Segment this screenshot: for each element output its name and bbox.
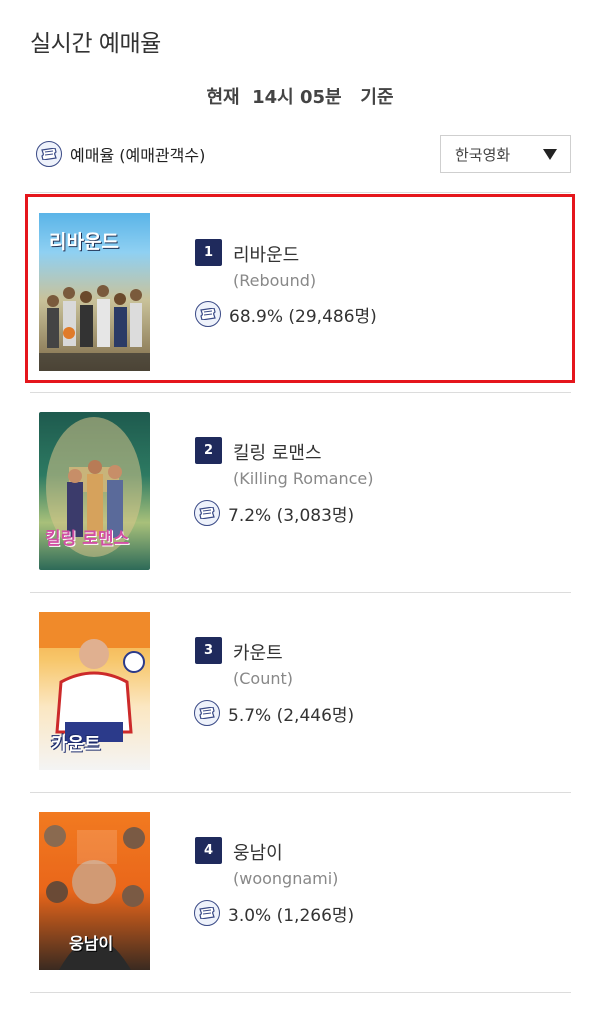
page-title: 실시간 예매율 (30, 31, 161, 57)
movie-title-english: (Count) (233, 669, 293, 688)
movie-title[interactable]: 킬링 로맨스 (233, 439, 322, 465)
movie-item-4[interactable]: 웅남이 4 웅남이 (woongnami) 3.0% (1,266명) (30, 806, 571, 970)
movie-title-english: (Killing Romance) (233, 469, 374, 488)
divider (30, 192, 571, 193)
poster-title: 킬링 로맨스 (45, 529, 130, 549)
booking-rate-text: 7.2% (3,083명) (228, 505, 355, 526)
booking-rate: 7.2% (3,083명) (194, 500, 354, 526)
movie-poster[interactable]: 리바운드 (39, 213, 150, 371)
booking-rate: 68.9% (29,486명) (195, 301, 377, 327)
movie-title[interactable]: 카운트 (233, 639, 283, 665)
poster-title: 리바운드 (49, 231, 119, 253)
legend: 예매율 (예매관객수) (36, 139, 205, 169)
movie-item-2[interactable]: 킬링 로맨스 2 킬링 로맨스 (Killing Romance) 7.2% (… (30, 406, 571, 570)
movie-title-english: (woongnami) (233, 869, 339, 888)
ticket-icon (194, 900, 220, 926)
movie-category-select[interactable]: 한국영화 (440, 135, 571, 173)
select-value: 한국영화 (455, 145, 511, 164)
movie-title-english: (Rebound) (233, 271, 317, 290)
ticket-icon (194, 700, 220, 726)
movie-poster[interactable]: 웅남이 (39, 812, 150, 970)
movie-poster[interactable]: 킬링 로맨스 (39, 412, 150, 570)
movie-poster[interactable]: 카운트 (39, 612, 150, 770)
triangle-down-icon (543, 149, 557, 160)
rank-badge: 3 (195, 637, 222, 664)
booking-rate-text: 5.7% (2,446명) (228, 705, 355, 726)
divider (30, 592, 571, 593)
booking-rate-text: 3.0% (1,266명) (228, 905, 355, 926)
booking-rate-text: 68.9% (29,486명) (229, 306, 377, 327)
movie-item-1[interactable]: 리바운드 1 리바운드 (Rebound) 68.9% (29,486명) (25, 194, 575, 383)
movie-title[interactable]: 리바운드 (233, 241, 299, 267)
rank-badge: 4 (195, 837, 222, 864)
poster-title: 웅남이 (69, 934, 114, 953)
booking-rate: 5.7% (2,446명) (194, 700, 354, 726)
booking-rate: 3.0% (1,266명) (194, 900, 354, 926)
divider (30, 992, 571, 993)
reference-time: 현재 14시 05분 기준 (206, 87, 394, 108)
rank-badge: 1 (195, 239, 222, 266)
movie-title[interactable]: 웅남이 (233, 839, 283, 865)
ticket-icon (36, 141, 62, 167)
poster-title: 카운트 (51, 734, 101, 755)
ticket-icon (194, 500, 220, 526)
ticket-icon (195, 301, 221, 327)
rank-badge: 2 (195, 437, 222, 464)
divider (30, 792, 571, 793)
legend-label: 예매율 (예매관객수) (70, 146, 206, 165)
divider (30, 392, 571, 393)
movie-item-3[interactable]: 카운트 3 카운트 (Count) 5.7% (2,446명) (30, 606, 571, 770)
